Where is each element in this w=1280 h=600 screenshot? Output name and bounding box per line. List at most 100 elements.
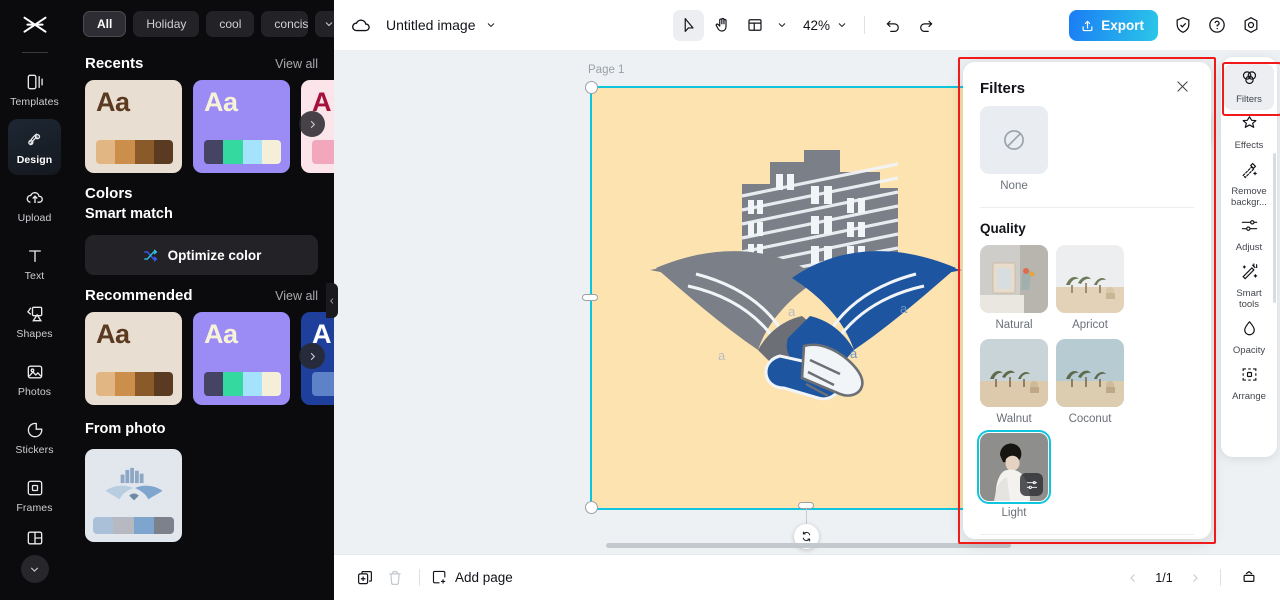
chevron-down-icon bbox=[30, 566, 39, 572]
templates-icon bbox=[24, 71, 46, 93]
filter-none-cell[interactable]: None bbox=[980, 106, 1194, 192]
add-page-button[interactable]: Add page bbox=[431, 569, 513, 586]
prev-page-button[interactable] bbox=[1121, 566, 1145, 590]
chip-cool[interactable]: cool bbox=[206, 11, 255, 37]
close-icon[interactable] bbox=[1174, 78, 1194, 98]
sidebar-item-upload[interactable]: Upload bbox=[8, 177, 61, 233]
rotate-icon bbox=[802, 531, 811, 542]
layout-dropdown[interactable] bbox=[772, 11, 792, 39]
palette-card[interactable]: Aa bbox=[85, 312, 182, 405]
filter-cell-apricot[interactable]: Apricot bbox=[1056, 245, 1124, 331]
tool-opacity[interactable]: Opacity bbox=[1224, 315, 1274, 361]
panel-collapse-handle[interactable] bbox=[326, 283, 338, 318]
sidebar-item-extra[interactable] bbox=[8, 525, 61, 551]
svg-text:a: a bbox=[850, 346, 858, 361]
chip-all[interactable]: All bbox=[83, 11, 127, 37]
palette-card[interactable]: Aa bbox=[193, 80, 290, 173]
resize-handle-bottom-left[interactable] bbox=[585, 501, 598, 514]
shuffle-icon bbox=[143, 249, 157, 261]
tool-effects[interactable]: Effects bbox=[1224, 110, 1274, 156]
text-icon bbox=[24, 245, 46, 267]
sidebar-label-templates: Templates bbox=[10, 95, 59, 108]
remove-bg-icon bbox=[1240, 160, 1259, 184]
recommended-view-all[interactable]: View all bbox=[275, 289, 318, 303]
filter-cell-natural[interactable]: Natural bbox=[980, 245, 1048, 331]
recommended-next-button[interactable] bbox=[299, 343, 325, 369]
resize-handle-top-left[interactable] bbox=[585, 81, 598, 94]
filter-adjust-button[interactable] bbox=[1020, 473, 1043, 496]
pages-panel-icon[interactable] bbox=[1234, 563, 1264, 593]
filter-group-delicacy-title: Delicacy bbox=[980, 535, 1194, 539]
filter-cell-walnut[interactable]: Walnut bbox=[980, 339, 1048, 425]
artwork-handshake-buildings: a a a a bbox=[650, 150, 962, 401]
layout-tool-button[interactable] bbox=[739, 10, 770, 41]
from-photo-thumb bbox=[93, 457, 174, 517]
artboard[interactable]: a a a a bbox=[590, 86, 1022, 510]
zoom-level[interactable]: 42% bbox=[803, 18, 830, 33]
chevron-right-icon bbox=[310, 352, 315, 360]
cloud-saved-icon[interactable] bbox=[348, 12, 374, 38]
recents-next-button[interactable] bbox=[299, 111, 325, 137]
recents-view-all[interactable]: View all bbox=[275, 57, 318, 71]
delete-page-icon[interactable] bbox=[380, 563, 410, 593]
chip-holiday[interactable]: Holiday bbox=[133, 11, 200, 37]
tool-rail-scrollbar[interactable] bbox=[1273, 153, 1276, 303]
sidebar-item-photos[interactable]: Photos bbox=[8, 351, 61, 407]
sidebar-more-button[interactable] bbox=[20, 555, 49, 583]
export-label: Export bbox=[1101, 17, 1144, 33]
from-photo-card[interactable] bbox=[85, 449, 182, 542]
upload-share-icon bbox=[1082, 20, 1093, 31]
recents-header: Recents View all bbox=[69, 43, 334, 80]
recents-cards: Aa Aa A bbox=[69, 80, 334, 173]
recommended-header: Recommended View all bbox=[69, 275, 334, 312]
sidebar-label-text: Text bbox=[24, 269, 45, 282]
redo-button[interactable] bbox=[910, 10, 941, 41]
undo-button[interactable] bbox=[877, 10, 908, 41]
help-circle-icon[interactable] bbox=[1202, 10, 1232, 40]
palette-card[interactable]: Aa bbox=[193, 312, 290, 405]
export-button[interactable]: Export bbox=[1069, 9, 1158, 41]
chevron-down-icon bbox=[487, 23, 494, 28]
sidebar-item-templates[interactable]: Templates bbox=[8, 61, 61, 117]
chip-concise[interactable]: concise bbox=[261, 11, 309, 37]
filter-cell-coconut[interactable]: Coconut bbox=[1056, 339, 1124, 425]
settings-gear-icon[interactable] bbox=[1236, 10, 1266, 40]
smart-tools-icon bbox=[1240, 262, 1259, 286]
sidebar-item-text[interactable]: Text bbox=[8, 235, 61, 291]
sidebar-item-shapes[interactable]: Shapes bbox=[8, 293, 61, 349]
document-title[interactable]: Untitled image bbox=[386, 17, 476, 33]
sidebar-item-frames[interactable]: Frames bbox=[8, 467, 61, 523]
recommended-title: Recommended bbox=[85, 287, 193, 304]
palette-card[interactable]: Aa bbox=[85, 80, 182, 173]
photos-icon bbox=[24, 361, 46, 383]
duplicate-page-icon[interactable] bbox=[350, 563, 380, 593]
optimize-color-button[interactable]: Optimize color bbox=[85, 235, 318, 275]
tool-smart-tools[interactable]: Smart tools bbox=[1224, 258, 1274, 314]
design-panel: All Holiday cool concise Recents View al… bbox=[69, 0, 334, 600]
tool-filters[interactable]: Filters bbox=[1224, 64, 1274, 110]
layout-grid-icon bbox=[24, 527, 46, 549]
filter-cell-light[interactable]: Light bbox=[977, 430, 1051, 519]
canvas-horizontal-scrollbar[interactable] bbox=[606, 543, 1011, 548]
resize-handle-bottom[interactable] bbox=[798, 502, 814, 509]
sidebar-item-stickers[interactable]: Stickers bbox=[8, 409, 61, 465]
hand-tool-button[interactable] bbox=[706, 10, 737, 41]
sidebar-item-design[interactable]: Design bbox=[8, 119, 61, 175]
tool-remove-background[interactable]: Remove backgr... bbox=[1224, 156, 1274, 212]
tool-arrange[interactable]: Arrange bbox=[1224, 361, 1274, 407]
no-filter-icon bbox=[980, 106, 1048, 174]
document-title-dropdown[interactable] bbox=[485, 19, 497, 31]
next-page-button[interactable] bbox=[1183, 566, 1207, 590]
capcut-logo-icon[interactable] bbox=[15, 8, 55, 46]
zoom-dropdown[interactable] bbox=[832, 11, 852, 39]
filter-thumb-coconut bbox=[1056, 339, 1124, 407]
tool-label-smart-tools: Smart tools bbox=[1236, 288, 1262, 310]
resize-handle-left[interactable] bbox=[582, 294, 598, 301]
chips-expand-button[interactable] bbox=[315, 11, 334, 37]
from-photo-title: From photo bbox=[85, 421, 166, 437]
tool-adjust[interactable]: Adjust bbox=[1224, 212, 1274, 258]
card-aa-text: Aa bbox=[96, 87, 130, 117]
shield-check-icon[interactable] bbox=[1168, 10, 1198, 40]
frames-icon bbox=[24, 477, 46, 499]
select-tool-button[interactable] bbox=[672, 9, 704, 41]
